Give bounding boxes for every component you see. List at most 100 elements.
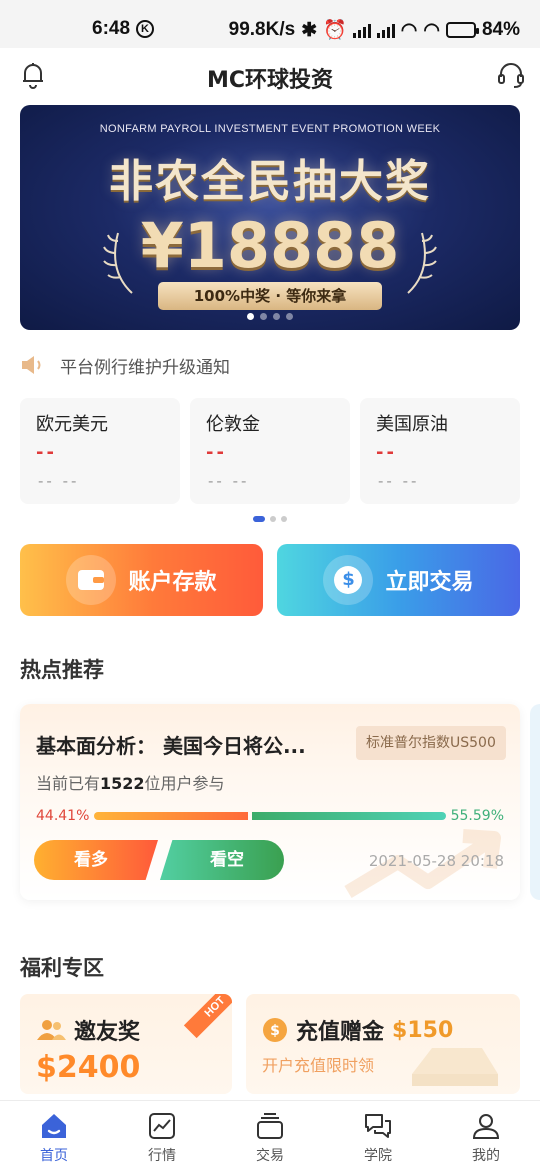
status-time: 6:48 K [92, 18, 155, 40]
participants-count: 1522 [100, 774, 145, 793]
quote-change: -- -- [208, 472, 250, 490]
banner-dot[interactable] [260, 313, 267, 320]
quote-change: -- -- [378, 472, 420, 490]
banner-dot[interactable] [286, 313, 293, 320]
quote-change: -- -- [38, 472, 80, 490]
action-buttons: 账户存款 $ 立即交易 [20, 544, 520, 616]
status-bar: 6:48 K 99.8K/s ✱ ⏰ ◠ ◠ 84% [0, 0, 540, 48]
speaker-icon [22, 356, 41, 374]
dollar-symbol: $ [334, 566, 363, 594]
quote-card[interactable]: 美国原油 -- -- -- [360, 398, 520, 504]
svg-text:$: $ [270, 1023, 280, 1039]
chat-bubbles-icon [365, 1114, 391, 1138]
app-header: MC环球投资 [0, 48, 540, 104]
quote-name: 欧元美元 [36, 414, 108, 435]
banner-pill: 100%中奖 · 等你来拿 [158, 282, 382, 310]
invite-title: 邀友奖 [36, 1014, 140, 1046]
quote-price: -- [206, 442, 227, 463]
tab-academy-label: 学院 [364, 1148, 392, 1164]
app-screen: 6:48 K 99.8K/s ✱ ⏰ ◠ ◠ 84% MC环球投资 NONFAR… [0, 0, 540, 1170]
recharge-subtitle: 开户充值限时领 [262, 1056, 375, 1075]
notice-bar[interactable]: 平台例行维护升级通知 [20, 350, 230, 380]
short-button[interactable]: 看空 [160, 840, 284, 880]
participants-suffix: 位用户参与 [144, 774, 225, 793]
participants-prefix: 当前已有 [36, 774, 101, 793]
tab-trade-label: 交易 [256, 1148, 284, 1164]
laurel-right-icon [407, 232, 437, 294]
hot-datetime: 2021-05-28 20:18 [368, 852, 504, 870]
banner-pager[interactable] [20, 313, 520, 320]
wifi-icon: ◠ [400, 19, 418, 41]
next-hot-card-peek[interactable] [530, 704, 540, 900]
welfare-section-title: 福利专区 [20, 956, 104, 980]
status-right: 99.8K/s ✱ ⏰ ◠ ◠ 84% [229, 18, 520, 42]
invite-amount: $2400 [36, 1050, 141, 1085]
user-icon [472, 1114, 500, 1139]
quote-dot[interactable] [253, 516, 265, 522]
hot-section-title: 热点推荐 [20, 658, 104, 682]
long-button[interactable]: 看多 [34, 840, 158, 880]
notice-text: 平台例行维护升级通知 [60, 357, 230, 378]
quote-dot[interactable] [281, 516, 287, 522]
tab-trade[interactable]: 交易 [216, 1101, 324, 1170]
quote-cards: 欧元美元 -- -- -- 伦敦金 -- -- -- 美国原油 -- -- -- [20, 398, 520, 504]
signal-icon [352, 22, 371, 38]
banner-headline: 非农全民抽大奖 [109, 156, 431, 207]
banner-amount: ¥18888 [140, 209, 400, 282]
signal-icon-2 [376, 22, 395, 38]
bottom-tab-bar: 首页 行情 交易 学院 我的 [0, 1100, 540, 1170]
quote-price: -- [376, 442, 397, 463]
chart-icon [149, 1113, 175, 1139]
quote-pager[interactable] [0, 516, 540, 522]
tab-home-label: 首页 [40, 1148, 68, 1164]
wallet-icon [66, 555, 117, 605]
banner-dot[interactable] [273, 313, 280, 320]
wifi-icon-2: ◠ [423, 19, 440, 41]
quote-name: 美国原油 [376, 414, 448, 435]
page-title: MC环球投资 [206, 68, 334, 93]
invite-title-text: 邀友奖 [74, 1020, 141, 1045]
short-percent: 55.59% [450, 808, 504, 824]
short-bar [252, 812, 446, 820]
dollar-coin-icon: $ [323, 555, 374, 605]
home-icon [42, 1114, 66, 1138]
quote-card[interactable]: 欧元美元 -- -- -- [20, 398, 180, 504]
quote-card[interactable]: 伦敦金 -- -- -- [190, 398, 350, 504]
headset-icon[interactable] [496, 60, 526, 90]
long-percent: 44.41% [36, 808, 90, 824]
coin-icon: $ [263, 1018, 287, 1042]
recharge-title-text: 充值赠金 [296, 1020, 385, 1045]
battery-percent: 84% [481, 19, 520, 40]
bluetooth-icon: ✱ [301, 19, 318, 41]
symbol-tag: 标准普尔指数US500 [356, 726, 506, 760]
battery-icon [445, 22, 479, 38]
friends-icon [37, 1020, 66, 1040]
tab-mine[interactable]: 我的 [432, 1101, 540, 1170]
hot-card[interactable]: 基本面分析： 美国今日将公... 标准普尔指数US500 当前已有1522位用户… [20, 704, 520, 900]
status-time-text: 6:48 [92, 18, 131, 39]
participants-text: 当前已有1522位用户参与 [36, 770, 225, 794]
tab-home[interactable]: 首页 [0, 1101, 108, 1170]
net-speed: 99.8K/s [228, 19, 296, 40]
banner-dot[interactable] [247, 313, 254, 320]
tab-academy[interactable]: 学院 [324, 1101, 432, 1170]
recharge-title: $ 充值赠金 $150 [262, 1014, 453, 1046]
quote-dot[interactable] [270, 516, 276, 522]
k-badge-icon: K [136, 20, 155, 38]
quote-price: -- [36, 442, 57, 463]
trade-label: 立即交易 [385, 570, 474, 595]
deposit-button[interactable]: 账户存款 [20, 544, 263, 616]
recharge-amount: $150 [392, 1017, 454, 1043]
trade-stack-icon [257, 1113, 283, 1139]
trade-button[interactable]: $ 立即交易 [277, 544, 520, 616]
quote-name: 伦敦金 [206, 414, 260, 435]
invite-card[interactable]: HOT 邀友奖 $2400 [20, 994, 232, 1094]
recharge-card[interactable]: $ 充值赠金 $150 开户充值限时领 [246, 994, 520, 1094]
hot-title: 基本面分析： 美国今日将公... [36, 734, 306, 758]
deposit-label: 账户存款 [128, 570, 217, 595]
tab-market[interactable]: 行情 [108, 1101, 216, 1170]
promo-banner[interactable]: NONFARM PAYROLL INVESTMENT EVENT PROMOTI… [20, 105, 520, 330]
alarm-icon: ⏰ [323, 20, 347, 41]
long-bar [94, 812, 248, 820]
banner-subtitle: NONFARM PAYROLL INVESTMENT EVENT PROMOTI… [99, 123, 441, 135]
